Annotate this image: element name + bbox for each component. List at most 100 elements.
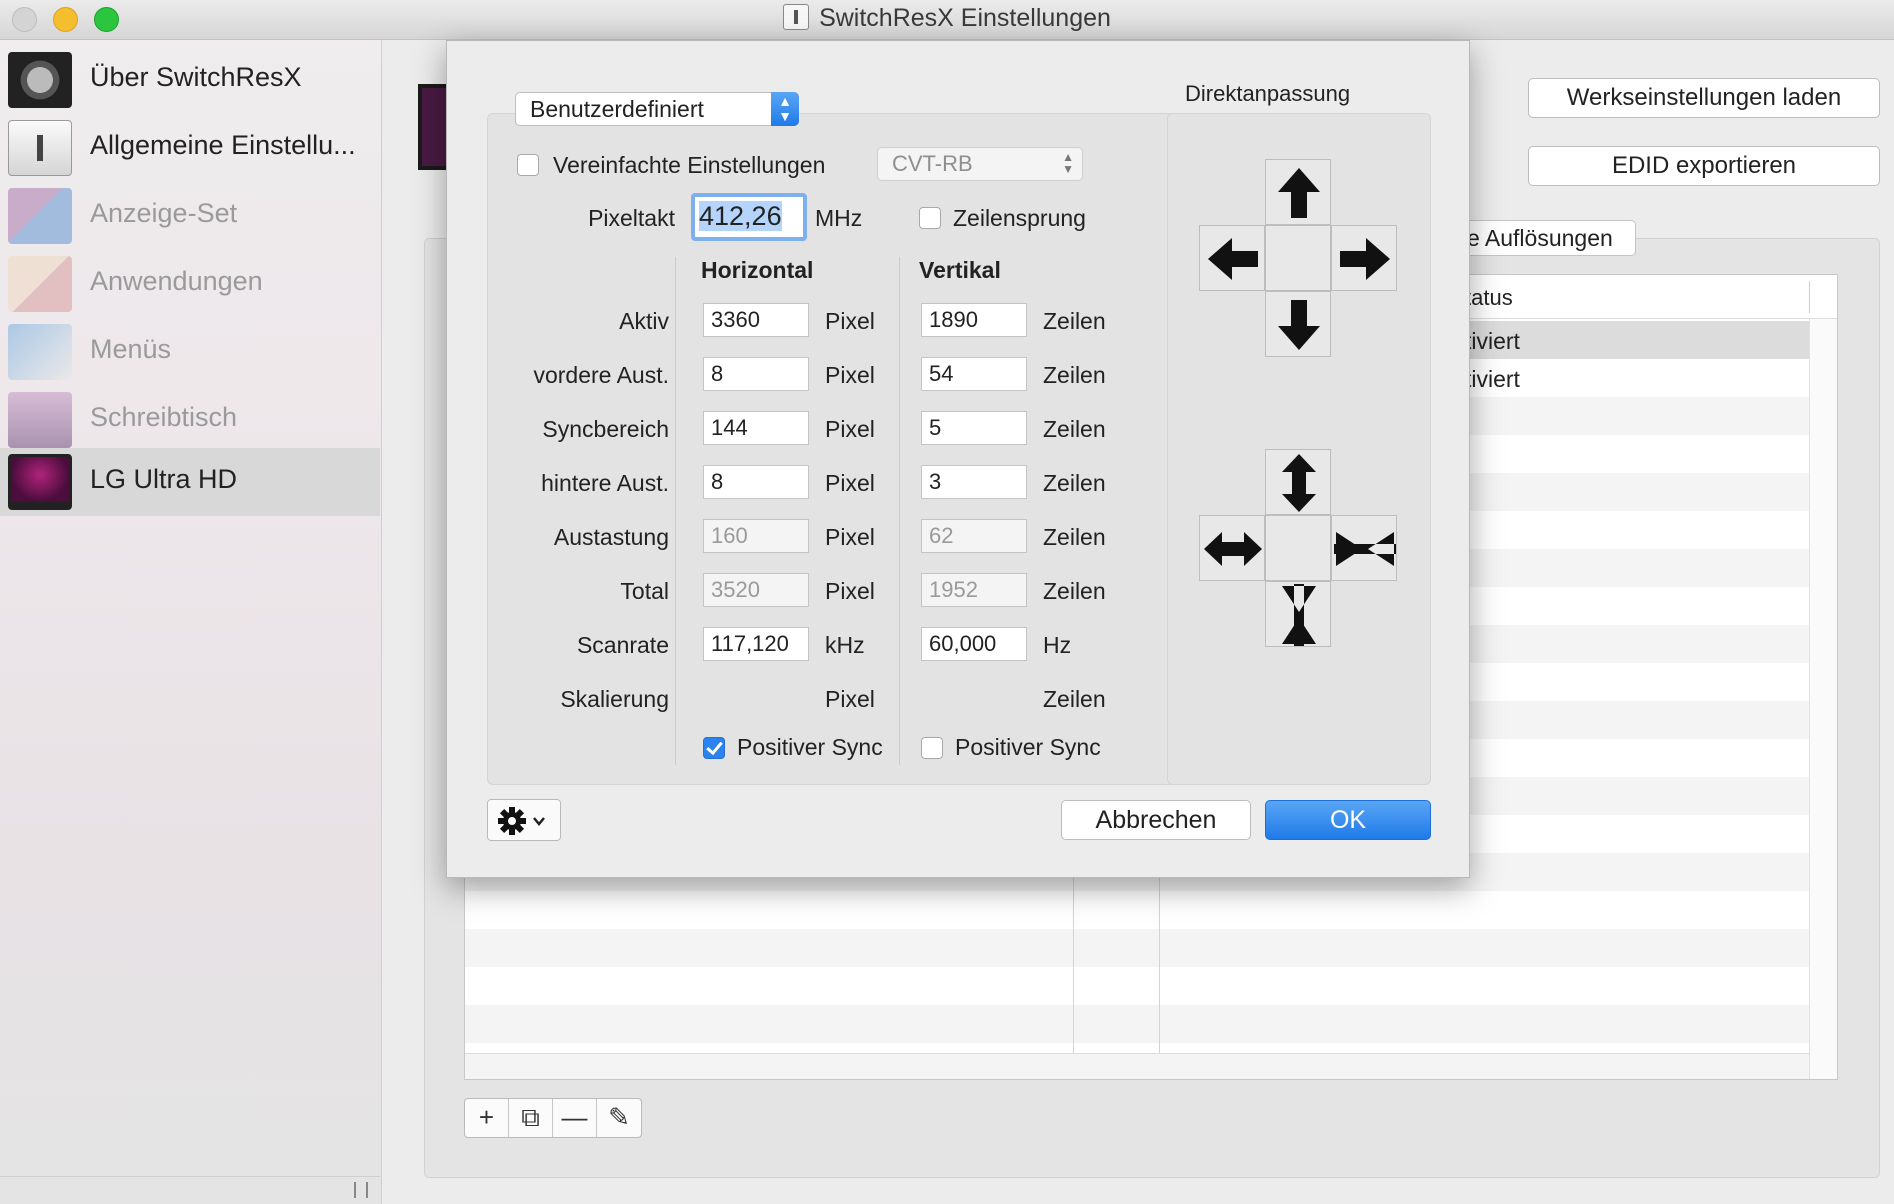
stretch-horizontal-button[interactable] xyxy=(1199,515,1265,581)
custom-resolution-dialog: Benutzerdefiniert ▲ ▼ Direktanpassung Ver… xyxy=(446,40,1470,878)
h-total-value: 3520 xyxy=(703,573,809,607)
move-left-button[interactable] xyxy=(1199,225,1265,291)
chevron-down-icon xyxy=(533,817,545,826)
h-unit-label: Pixel xyxy=(825,308,875,334)
horizontal-header: Horizontal xyxy=(701,257,814,283)
v-total-value: 1952 xyxy=(921,573,1027,607)
total-label: Total xyxy=(620,578,669,604)
h-positive-sync-label: Positiver Sync xyxy=(737,734,883,760)
move-down-button[interactable] xyxy=(1265,291,1331,357)
remove-resolution-button[interactable]: — xyxy=(553,1099,597,1137)
vertical-scrollbar[interactable] xyxy=(1809,319,1837,1079)
duplicate-resolution-button[interactable]: ⧉ xyxy=(509,1099,553,1137)
move-up-button[interactable] xyxy=(1265,159,1331,225)
load-factory-settings-button[interactable]: Werkseinstellungen laden xyxy=(1528,78,1880,118)
v-blanking-value: 62 xyxy=(921,519,1027,553)
v-front-porch-input[interactable]: 54 xyxy=(921,357,1027,391)
h-unit-label: Pixel xyxy=(825,524,875,550)
cancel-button[interactable]: Abbrechen xyxy=(1061,800,1251,840)
scanrate-label: Scanrate xyxy=(576,632,669,658)
h-unit-label: kHz xyxy=(825,632,865,658)
edit-resolution-button[interactable]: ✎ xyxy=(597,1099,641,1137)
display-thumbnail xyxy=(418,84,448,170)
column-divider xyxy=(899,257,900,765)
table-toolbar: + ⧉ — ✎ xyxy=(464,1098,642,1138)
h-front-porch-input[interactable]: 8 xyxy=(703,357,809,391)
v-active-input[interactable]: 1890 xyxy=(921,303,1027,337)
horizontal-scrollbar[interactable] xyxy=(465,1053,1809,1079)
h-unit-label: Pixel xyxy=(825,578,875,604)
shrink-vertical-button[interactable] xyxy=(1265,581,1331,647)
action-menu-button[interactable] xyxy=(487,799,561,841)
sidebar: Über SwitchResX Allgemeine Einstellu... … xyxy=(0,40,382,1204)
arrow-left-icon xyxy=(1208,238,1258,280)
h-positive-sync-checkbox[interactable] xyxy=(703,737,725,759)
expand-vertical-icon xyxy=(1282,454,1316,512)
timing-standard-select[interactable]: CVT-RB ▲ ▼ xyxy=(877,147,1083,181)
pixelclock-unit: MHz xyxy=(815,205,863,231)
menus-icon xyxy=(8,324,72,380)
interlace-checkbox[interactable] xyxy=(919,207,941,229)
simplified-settings-checkbox[interactable] xyxy=(517,154,539,176)
export-edid-button[interactable]: EDID exportieren xyxy=(1528,146,1880,186)
h-scanrate-input[interactable]: 117,120 xyxy=(703,627,809,661)
sidebar-item-lg-ultra-hd[interactable]: LG Ultra HD xyxy=(0,448,380,516)
resize-grip-icon[interactable] xyxy=(354,1182,368,1198)
back-porch-label: hintere Aust. xyxy=(541,470,669,496)
table-row xyxy=(465,1005,1809,1043)
resize-center xyxy=(1265,515,1331,581)
gear-display-icon xyxy=(8,52,72,108)
move-right-button[interactable] xyxy=(1331,225,1397,291)
pixelclock-label: Pixeltakt xyxy=(588,205,675,231)
column-divider xyxy=(675,257,676,765)
arrow-right-icon xyxy=(1340,238,1390,280)
sidebar-footer xyxy=(0,1176,380,1204)
sidebar-item-general[interactable]: Allgemeine Einstellu... xyxy=(0,114,380,182)
preset-select[interactable]: Benutzerdefiniert ▲ ▼ xyxy=(515,92,799,126)
ok-button[interactable]: OK xyxy=(1265,800,1431,840)
sync-width-label: Syncbereich xyxy=(542,416,669,442)
stretch-vertical-button[interactable] xyxy=(1265,449,1331,515)
status-column-header[interactable]: tatus xyxy=(1465,285,1513,311)
applications-icon xyxy=(8,256,72,312)
v-unit-label: Zeilen xyxy=(1043,308,1106,334)
arrow-up-icon xyxy=(1278,168,1320,218)
sidebar-item-applications[interactable]: Anwendungen xyxy=(0,250,380,318)
front-porch-label: vordere Aust. xyxy=(533,362,669,388)
h-unit-label: Pixel xyxy=(825,686,875,712)
chevron-updown-icon: ▲ ▼ xyxy=(1062,150,1074,176)
active-label: Aktiv xyxy=(619,308,669,334)
h-sync-width-input[interactable]: 144 xyxy=(703,411,809,445)
v-unit-label: Zeilen xyxy=(1043,524,1106,550)
sidebar-item-about[interactable]: Über SwitchResX xyxy=(0,46,380,114)
monitor-icon xyxy=(8,454,72,510)
v-sync-width-input[interactable]: 5 xyxy=(921,411,1027,445)
h-active-input[interactable]: 3360 xyxy=(703,303,809,337)
sidebar-item-desktop[interactable]: Schreibtisch xyxy=(0,386,380,454)
h-unit-label: Pixel xyxy=(825,470,875,496)
switch-icon xyxy=(8,120,72,176)
arrow-down-icon xyxy=(1278,300,1320,350)
window-title: SwitchResX Einstellungen xyxy=(0,4,1894,33)
h-back-porch-input[interactable]: 8 xyxy=(703,465,809,499)
v-unit-label: Zeilen xyxy=(1043,578,1106,604)
shrink-horizontal-button[interactable] xyxy=(1331,515,1397,581)
title-bar: SwitchResX Einstellungen xyxy=(0,0,1894,40)
v-back-porch-input[interactable]: 3 xyxy=(921,465,1027,499)
add-resolution-button[interactable]: + xyxy=(465,1099,509,1137)
sidebar-item-display-set[interactable]: Anzeige-Set xyxy=(0,182,380,250)
pixelclock-input[interactable]: 412,26 xyxy=(691,193,807,241)
v-unit-label: Zeilen xyxy=(1043,416,1106,442)
h-blanking-value: 160 xyxy=(703,519,809,553)
v-positive-sync-label: Positiver Sync xyxy=(955,734,1101,760)
v-unit-label: Zeilen xyxy=(1043,362,1106,388)
displays-icon xyxy=(8,188,72,244)
desktop-icon xyxy=(8,392,72,448)
v-scanrate-input[interactable]: 60,000 xyxy=(921,627,1027,661)
simplified-settings-label: Vereinfachte Einstellungen xyxy=(553,152,826,178)
sidebar-item-menus[interactable]: Menüs xyxy=(0,318,380,386)
v-positive-sync-checkbox[interactable] xyxy=(921,737,943,759)
compress-horizontal-icon xyxy=(1334,532,1396,566)
h-unit-label: Pixel xyxy=(825,362,875,388)
v-unit-label: Hz xyxy=(1043,632,1072,658)
